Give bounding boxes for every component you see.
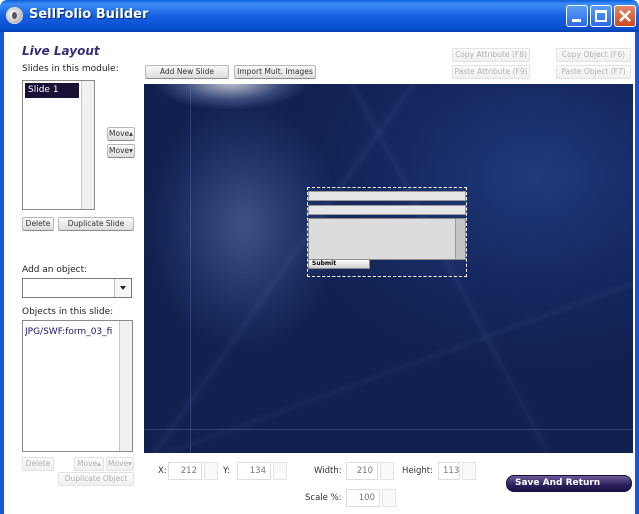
delete-slide-button[interactable]: Delete [22, 217, 54, 231]
slides-list[interactable]: Slide 1 [22, 80, 95, 210]
duplicate-slide-button[interactable]: Duplicate Slide [58, 217, 134, 231]
chevron-down-icon[interactable] [114, 279, 131, 297]
slide-move-down-button[interactable]: Move▾ [107, 144, 135, 158]
width-field[interactable]: 210 [346, 462, 378, 480]
height-field[interactable]: 113 [438, 462, 460, 480]
maximize-icon [595, 10, 607, 22]
width-stepper[interactable] [380, 462, 394, 480]
y-stepper[interactable] [273, 462, 287, 480]
form-field [308, 205, 466, 215]
close-button[interactable] [614, 5, 636, 27]
x-label: X: [158, 466, 167, 476]
guide-line [144, 429, 633, 430]
add-object-dropdown[interactable] [22, 278, 132, 298]
object-move-down-button[interactable]: Move▾ [106, 457, 134, 471]
paste-attribute-button[interactable]: Paste Attribute (F9) [452, 65, 530, 79]
object-move-up-button[interactable]: Move▴ [74, 457, 104, 471]
minimize-icon [572, 19, 581, 22]
form-textarea [308, 218, 466, 260]
panel-heading: Live Layout [22, 44, 100, 58]
y-label: Y: [223, 466, 230, 476]
guide-line [190, 84, 191, 453]
scale-label: Scale %: [305, 493, 342, 503]
app-icon [6, 7, 23, 24]
x-field[interactable]: 212 [168, 462, 202, 480]
close-icon [619, 10, 631, 22]
duplicate-object-button[interactable]: Duplicate Object [58, 472, 134, 486]
paste-object-button[interactable]: Paste Object (F7) [556, 65, 631, 79]
title-bar: SellFolio Builder [0, 0, 639, 32]
copy-object-button[interactable]: Copy Object (F6) [556, 48, 631, 62]
height-label: Height: [402, 466, 433, 476]
copy-attribute-button[interactable]: Copy Attribute (F8) [452, 48, 530, 62]
objects-list[interactable]: JPG/SWF:form_03_fi [22, 320, 133, 452]
add-new-slide-button[interactable]: Add New Slide [145, 65, 229, 79]
add-object-label: Add an object: [22, 265, 88, 275]
slides-scrollbar[interactable] [81, 81, 94, 209]
x-stepper[interactable] [204, 462, 218, 480]
import-images-button[interactable]: Import Mult. Images [234, 65, 316, 79]
height-stepper[interactable] [462, 462, 476, 480]
form-submit-button: Submit [308, 259, 370, 269]
form-textarea-scrollbar [455, 219, 465, 259]
window-title: SellFolio Builder [29, 7, 149, 22]
object-list-item[interactable]: JPG/SWF:form_03_fi [25, 327, 117, 337]
slide-list-item[interactable]: Slide 1 [25, 83, 79, 98]
scale-field[interactable]: 100 [346, 489, 380, 507]
minimize-button[interactable] [566, 5, 588, 27]
objects-label: Objects in this slide: [22, 307, 114, 317]
slide-move-up-button[interactable]: Move▴ [107, 127, 135, 141]
maximize-button[interactable] [590, 5, 612, 27]
slides-label: Slides in this module: [22, 64, 119, 74]
scale-stepper[interactable] [382, 489, 396, 507]
form-object[interactable]: Submit [307, 187, 467, 277]
width-label: Width: [314, 466, 342, 476]
objects-scrollbar[interactable] [119, 321, 132, 451]
save-and-return-button[interactable]: Save And Return [506, 475, 632, 492]
y-field[interactable]: 134 [237, 462, 271, 480]
form-field [308, 191, 466, 201]
slide-stage[interactable]: Submit [144, 84, 633, 453]
delete-object-button[interactable]: Delete [22, 457, 54, 471]
